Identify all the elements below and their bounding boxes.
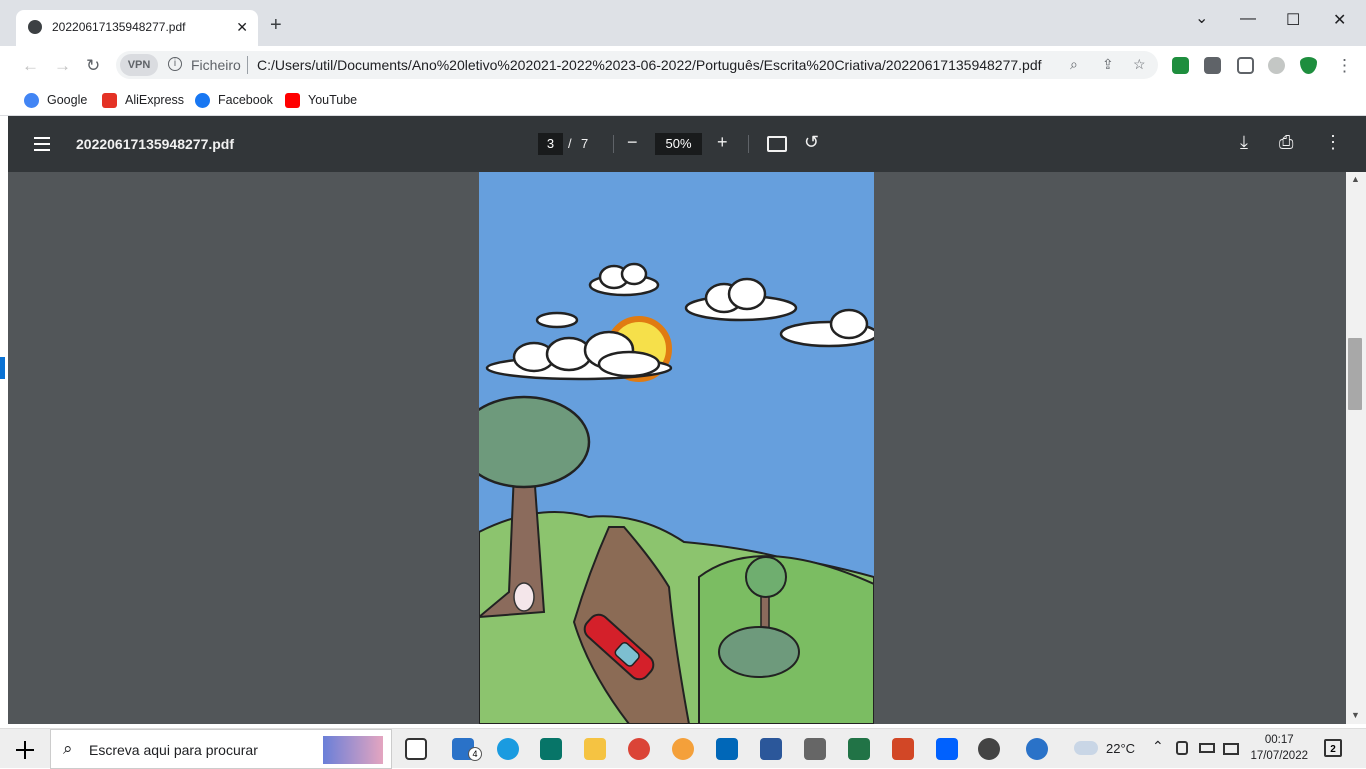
notification-center-icon[interactable]: 2 xyxy=(1324,739,1342,757)
info-icon[interactable]: i xyxy=(168,57,182,71)
rotate-icon[interactable]: ↺ xyxy=(804,132,819,153)
page-total: 7 xyxy=(581,136,589,151)
shield-extension-icon[interactable] xyxy=(1300,57,1317,74)
tab-title: 20220617135948277.pdf xyxy=(52,20,186,34)
print-icon[interactable]: ⎙ xyxy=(1279,132,1293,153)
profile-avatar-icon[interactable] xyxy=(1268,57,1285,74)
url-text[interactable]: C:/Users/util/Documents/Ano%20letivo%202… xyxy=(257,57,1042,73)
forward-arrow-icon[interactable]: → xyxy=(54,56,71,76)
google-icon xyxy=(24,92,39,108)
zoom-in-icon[interactable]: + xyxy=(717,132,728,153)
back-arrow-icon[interactable]: ← xyxy=(22,56,39,76)
taskbar-search-box[interactable]: ⌕ Escreva aqui para procurar xyxy=(50,729,392,769)
pdf-toolbar: 20220617135948277.pdf 3 / 7 − 50% + ↺ ⤓ … xyxy=(8,116,1366,172)
new-tab-button[interactable]: + xyxy=(270,15,282,35)
scroll-up-icon[interactable]: ▲ xyxy=(1351,174,1360,184)
download-icon[interactable]: ⤓ xyxy=(1240,132,1248,153)
windows-start-icon[interactable] xyxy=(16,741,34,759)
input-method-icon[interactable] xyxy=(1199,743,1215,753)
file-explorer-icon[interactable] xyxy=(584,738,606,760)
zoom-icon[interactable]: ⌕ xyxy=(1070,56,1078,73)
youtube-icon xyxy=(285,92,300,108)
settings-gear-icon[interactable] xyxy=(978,738,1000,760)
bookmark-youtube[interactable]: YouTube xyxy=(285,90,357,110)
minimize-button[interactable]: — xyxy=(1240,10,1256,28)
drawing-image xyxy=(479,172,874,724)
page-separator: / xyxy=(568,136,572,151)
tab-active[interactable]: 20220617135948277.pdf ✕ xyxy=(16,10,258,46)
pdf-filename: 20220617135948277.pdf xyxy=(76,136,235,152)
facebook-icon xyxy=(195,92,210,108)
aliexpress-icon xyxy=(102,92,117,108)
weather-temperature[interactable]: 22°C xyxy=(1106,741,1135,756)
chrome-icon[interactable] xyxy=(628,738,650,760)
page-number-input[interactable]: 3 xyxy=(538,133,563,155)
search-icon: ⌕ xyxy=(63,739,73,758)
side-panel-icon[interactable] xyxy=(1237,57,1254,74)
reload-icon[interactable]: ↻ xyxy=(86,56,100,76)
pdf-page xyxy=(479,172,874,724)
system-clock[interactable]: 00:17 17/07/2022 xyxy=(1250,732,1308,764)
powerpoint-icon[interactable] xyxy=(892,738,914,760)
globe-icon xyxy=(28,20,42,34)
windows-taskbar: ⌕ Escreva aqui para procurar 4 22°C ⌃ 00… xyxy=(0,728,1366,769)
tab-search-icon[interactable]: ⌄ xyxy=(1195,8,1208,28)
excel-icon[interactable] xyxy=(848,738,870,760)
more-options-icon[interactable]: ⋮ xyxy=(1324,132,1342,153)
zoom-out-icon[interactable]: − xyxy=(627,132,638,153)
bookmark-facebook[interactable]: Facebook xyxy=(195,90,273,110)
vertical-scrollbar[interactable]: ▲ ▼ xyxy=(1346,172,1366,724)
chevron-up-icon[interactable]: ⌃ xyxy=(1152,738,1164,755)
divider xyxy=(613,135,614,153)
maximize-button[interactable]: ☐ xyxy=(1286,10,1300,30)
bookmark-google[interactable]: Google xyxy=(24,90,87,110)
clock-time: 00:17 xyxy=(1264,734,1294,746)
dropbox-icon[interactable] xyxy=(936,738,958,760)
browser-menu-icon[interactable]: ⋮ xyxy=(1336,56,1353,76)
pdf-viewer[interactable] xyxy=(8,172,1366,724)
weather-cloud-icon[interactable] xyxy=(1074,741,1098,755)
scrollbar-thumb[interactable] xyxy=(1348,338,1362,410)
network-icon[interactable] xyxy=(1223,743,1239,755)
bookmark-star-icon[interactable]: ☆ xyxy=(1133,56,1146,73)
scheme-label: Ficheiro xyxy=(191,57,241,73)
divider xyxy=(748,135,749,153)
edge-browser-icon[interactable] xyxy=(497,738,519,760)
adblock-extension-icon[interactable] xyxy=(1172,57,1189,74)
menu-icon[interactable] xyxy=(34,137,50,151)
close-window-button[interactable]: ✕ xyxy=(1333,10,1346,30)
browser-toolbar: ← → ↻ VPN i Ficheiro C:/Users/util/Docum… xyxy=(0,46,1366,84)
calculator-icon[interactable] xyxy=(804,738,826,760)
publisher-icon[interactable] xyxy=(540,738,562,760)
divider xyxy=(247,56,248,74)
tab-strip: 20220617135948277.pdf ✕ + ⌄ — ☐ ✕ xyxy=(0,0,1366,46)
bookmarks-bar: Google AliExpress Facebook YouTube xyxy=(0,84,1366,116)
task-view-icon[interactable] xyxy=(405,738,427,760)
extensions-puzzle-icon[interactable] xyxy=(1204,57,1221,74)
clock-date: 17/07/2022 xyxy=(1250,750,1308,762)
close-tab-icon[interactable]: ✕ xyxy=(236,19,248,36)
word-icon[interactable] xyxy=(760,738,782,760)
search-highlight-image xyxy=(323,736,383,764)
bookmark-aliexpress[interactable]: AliExpress xyxy=(102,90,184,110)
mail-badge: 4 xyxy=(468,747,482,761)
fit-page-icon[interactable] xyxy=(767,136,787,152)
scroll-down-icon[interactable]: ▼ xyxy=(1351,710,1360,720)
store-icon[interactable] xyxy=(716,738,738,760)
address-bar[interactable]: VPN i Ficheiro C:/Users/util/Documents/A… xyxy=(116,51,1158,79)
meet-now-icon[interactable] xyxy=(1176,741,1188,755)
search-placeholder: Escreva aqui para procurar xyxy=(89,742,258,758)
edge-indicator xyxy=(0,357,5,379)
vpn-browser-icon[interactable] xyxy=(672,738,694,760)
help-icon[interactable] xyxy=(1026,738,1048,760)
vpn-badge[interactable]: VPN xyxy=(120,54,158,76)
share-icon[interactable]: ⇪ xyxy=(1102,56,1114,73)
zoom-level-input[interactable]: 50% xyxy=(655,133,702,155)
